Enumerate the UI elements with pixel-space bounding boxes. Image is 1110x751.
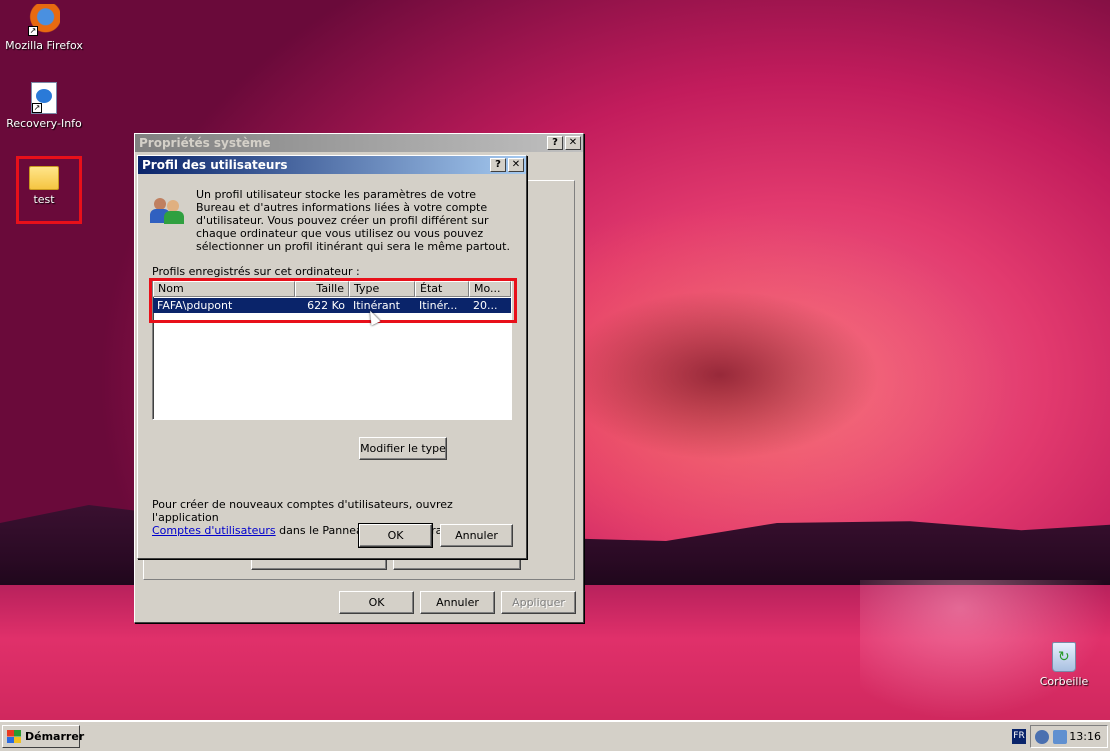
system-properties-titlebar[interactable]: Propriétés système ? ✕ — [135, 134, 583, 152]
note-text-start: Pour créer de nouveaux comptes d'utilisa… — [152, 498, 453, 524]
desktop-icon-label: Corbeille — [1039, 675, 1089, 688]
language-indicator[interactable]: FR — [1012, 729, 1026, 744]
help-button[interactable]: ? — [490, 158, 506, 172]
window-title: Propriétés système — [139, 136, 271, 150]
dialog-title: Profil des utilisateurs — [142, 158, 288, 172]
desktop-icon-label: Recovery-Info — [6, 117, 82, 130]
taskbar: Démarrer FR 13:16 — [0, 720, 1110, 751]
shortcut-arrow-icon: ↗ — [32, 103, 42, 113]
security-icon[interactable] — [1053, 730, 1067, 744]
ok-button[interactable]: OK — [358, 523, 433, 548]
windows-logo-icon — [7, 730, 21, 743]
profile-description: Un profil utilisateur stocke les paramèt… — [196, 188, 510, 253]
user-accounts-link[interactable]: Comptes d'utilisateurs — [152, 524, 276, 537]
cancel-button[interactable]: Annuler — [420, 591, 495, 614]
desktop-icon-label: Mozilla Firefox — [5, 39, 83, 52]
network-icon[interactable] — [1035, 730, 1049, 744]
document-icon: ↗ — [31, 82, 57, 114]
change-type-button[interactable]: Modifier le type — [359, 437, 447, 460]
system-tray: 13:16 — [1030, 725, 1108, 748]
desktop-icon-recovery-info[interactable]: ↗ Recovery-Info — [4, 82, 84, 130]
highlight-box-test-folder — [16, 156, 82, 224]
ok-button[interactable]: OK — [339, 591, 414, 614]
cancel-button[interactable]: Annuler — [440, 524, 513, 547]
recycle-bin-icon — [1052, 642, 1076, 672]
start-label: Démarrer — [25, 730, 85, 743]
start-button[interactable]: Démarrer — [2, 725, 84, 748]
desktop-icon-firefox[interactable]: ↗ Mozilla Firefox — [4, 4, 84, 52]
user-profiles-dialog: Profil des utilisateurs ? ✕ Un profil ut… — [137, 155, 527, 559]
shortcut-arrow-icon: ↗ — [28, 26, 38, 36]
highlight-box-profile-row — [149, 278, 517, 323]
profiles-list-label: Profils enregistrés sur cet ordinateur : — [152, 265, 360, 278]
users-icon — [150, 196, 184, 226]
close-button[interactable]: ✕ — [508, 158, 524, 172]
wallpaper-clouds — [560, 290, 880, 460]
desktop-icon-recycle-bin[interactable]: Corbeille — [1024, 642, 1104, 688]
firefox-icon: ↗ — [28, 4, 60, 36]
apply-button[interactable]: Appliquer — [501, 591, 576, 614]
help-button[interactable]: ? — [547, 136, 563, 150]
clock[interactable]: 13:16 — [1069, 726, 1101, 747]
close-button[interactable]: ✕ — [565, 136, 581, 150]
user-profiles-titlebar[interactable]: Profil des utilisateurs ? ✕ — [138, 156, 526, 174]
